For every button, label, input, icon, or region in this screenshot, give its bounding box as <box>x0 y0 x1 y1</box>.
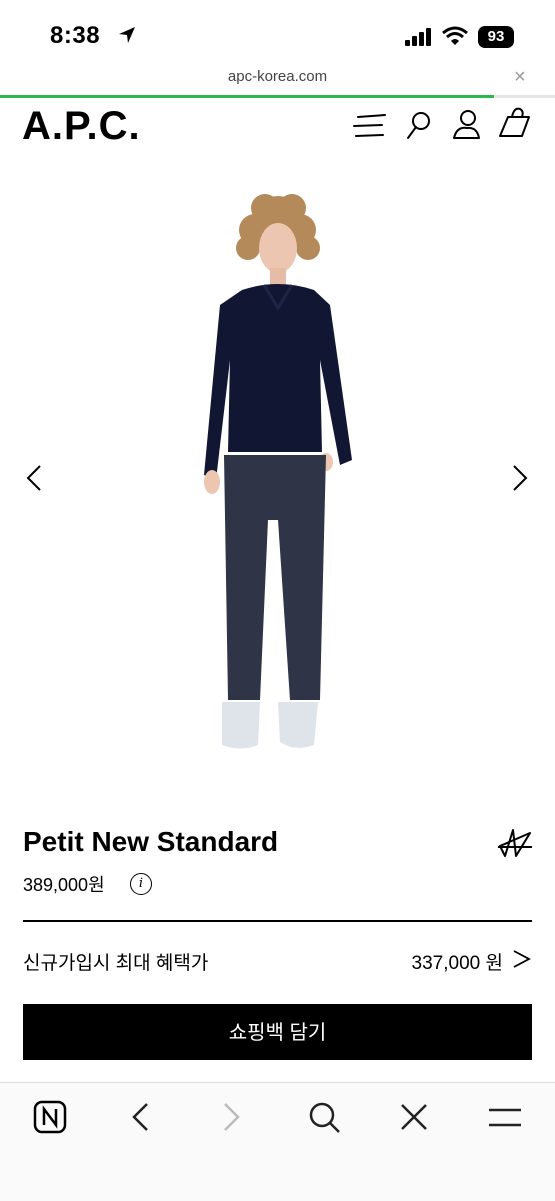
status-time: 8:38 <box>50 22 101 49</box>
search-icon[interactable] <box>405 110 433 140</box>
site-logo[interactable]: A.P.C. <box>22 104 141 149</box>
browser-toolbar <box>0 1082 555 1201</box>
member-benefit-label[interactable]: 신규가입시 최대 혜택가 <box>23 948 208 975</box>
naver-app-icon[interactable] <box>33 1100 67 1134</box>
back-icon[interactable] <box>128 1101 154 1133</box>
info-icon[interactable]: i <box>130 873 152 895</box>
battery-indicator: 93 <box>478 26 514 48</box>
shopping-bag-icon[interactable] <box>498 106 532 138</box>
product-image[interactable] <box>180 190 370 760</box>
account-icon[interactable] <box>451 108 481 140</box>
product-title: Petit New Standard <box>23 826 279 857</box>
cellular-signal-icon <box>405 28 431 46</box>
url-text[interactable]: apc-korea.com <box>0 68 555 85</box>
browser-search-icon[interactable] <box>307 1100 341 1134</box>
wishlist-star-icon[interactable] <box>496 826 534 858</box>
product-price: 389,000원 <box>23 875 105 895</box>
divider <box>23 920 532 922</box>
chevron-right-icon[interactable] <box>510 946 532 972</box>
location-arrow-icon <box>119 27 135 43</box>
page-load-progress <box>0 95 494 98</box>
menu-icon[interactable] <box>352 114 386 138</box>
member-benefit-price[interactable]: 337,000 원 <box>412 948 503 975</box>
carousel-prev-icon[interactable] <box>20 460 50 496</box>
close-icon[interactable]: × <box>514 66 526 89</box>
page-load-progress-track <box>493 95 555 98</box>
add-to-bag-button[interactable]: 쇼핑백 담기 <box>23 1004 532 1060</box>
wifi-icon <box>442 26 468 45</box>
close-tab-icon[interactable] <box>399 1102 429 1132</box>
carousel-next-icon[interactable] <box>506 460 536 496</box>
forward-icon <box>224 1103 240 1131</box>
browser-menu-icon[interactable] <box>488 1106 522 1130</box>
